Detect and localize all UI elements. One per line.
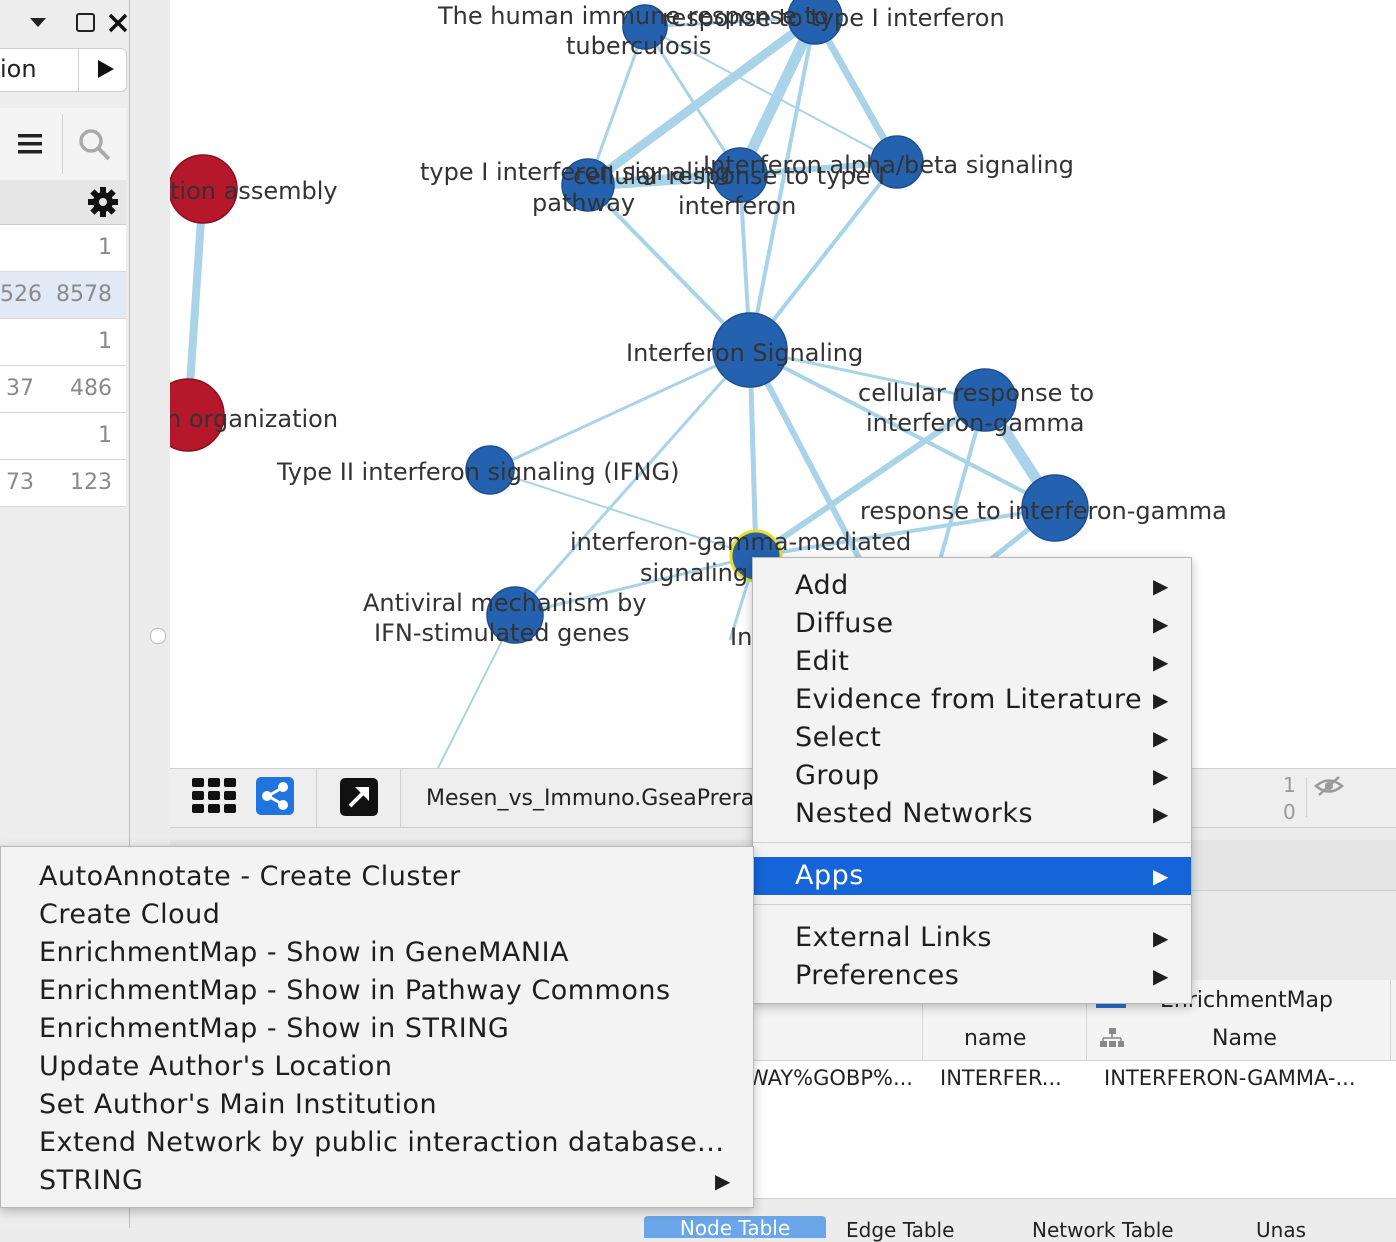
svg-text:In: In [730,623,752,651]
cell-em-name[interactable]: INTERFERON-GAMMA-... [1104,1066,1356,1090]
submenu-arrow-icon: ▶ [1153,964,1169,988]
export-icon[interactable] [340,778,378,816]
menu-item-apps[interactable]: Apps ▶ [753,857,1191,895]
submenu-item-create-cloud[interactable]: Create Cloud [1,896,753,934]
table-row[interactable]: 73 123 [0,460,126,507]
menu-item-add[interactable]: Add ▶ [753,567,1191,605]
dropdown-icon[interactable] [28,14,48,33]
submenu-item-genemania[interactable]: EnrichmentMap - Show in GeneMANIA [1,934,753,972]
maximize-icon[interactable] [75,12,97,38]
table-row[interactable]: 1 [0,319,126,366]
table-row[interactable]: 1 [0,413,126,460]
svg-text:Antiviral mechanism by: Antiviral mechanism by [363,589,647,617]
submenu-arrow-icon: ▶ [1153,726,1169,750]
menu-item-nested-networks[interactable]: Nested Networks ▶ [753,795,1191,833]
search-icon[interactable] [78,128,112,166]
menu-item-group[interactable]: Group ▶ [753,757,1191,795]
menu-item-external-links[interactable]: External Links ▶ [753,919,1191,957]
svg-text:response to type I interferon: response to type I interferon [662,4,1005,32]
menu-icon[interactable] [16,132,44,160]
count-top: 1 [1283,773,1296,797]
table-row[interactable]: 526 8578 [0,272,126,319]
submenu-arrow-icon: ▶ [715,1169,731,1193]
analysis-selector-label: ion [0,55,37,83]
cell-name[interactable]: INTERFER... [940,1066,1062,1090]
context-menu: Add ▶ Diffuse ▶ Edit ▶ Evidence from Lit… [752,557,1192,1004]
apps-submenu: AutoAnnotate - Create Cluster Create Clo… [0,846,754,1208]
menu-item-select[interactable]: Select ▶ [753,719,1191,757]
column-header-em-bottom[interactable]: Name [1212,1026,1277,1051]
column-header-name[interactable]: name [964,1026,1026,1051]
submenu-item-update-author-location[interactable]: Update Author's Location [1,1048,753,1086]
svg-text:pathway: pathway [532,189,635,217]
gear-icon[interactable] [87,186,119,222]
analysis-selector[interactable]: ion [0,48,127,92]
submenu-arrow-icon: ▶ [1153,864,1169,888]
close-icon[interactable] [107,12,129,38]
eye-hidden-icon[interactable] [1313,775,1345,801]
tab-edge-table[interactable]: Edge Table [846,1218,954,1242]
cell-first[interactable]: WAY%GOBP%... [748,1066,913,1090]
svg-text:interferon: interferon [678,192,796,220]
count-bottom: 0 [1283,800,1296,824]
svg-text:IFN-stimulated genes: IFN-stimulated genes [374,619,630,647]
submenu-arrow-icon: ▶ [1153,574,1169,598]
svg-text:cellular response to: cellular response to [858,379,1094,407]
menu-separator [753,904,1191,905]
play-icon[interactable] [96,58,116,84]
hierarchy-icon [1100,1028,1124,1052]
tab-unassigned[interactable]: Unas [1256,1218,1306,1242]
tab-node-table[interactable]: Node Table [644,1216,826,1238]
menu-item-evidence-literature[interactable]: Evidence from Literature ▶ [753,681,1191,719]
svg-text:interferon-gamma-mediated: interferon-gamma-mediated [570,528,911,556]
submenu-arrow-icon: ▶ [1153,650,1169,674]
table-toolbar [0,108,126,181]
submenu-arrow-icon: ▶ [1153,688,1169,712]
grid-icon[interactable] [192,778,236,818]
table-row[interactable]: 1 [0,225,126,272]
submenu-item-string-show[interactable]: EnrichmentMap - Show in STRING [1,1010,753,1048]
tab-network-table[interactable]: Network Table [1032,1218,1174,1242]
svg-text:response to interferon-gamma: response to interferon-gamma [860,497,1227,525]
menu-item-edit[interactable]: Edit ▶ [753,643,1191,681]
share-icon[interactable] [256,777,294,815]
submenu-item-pathway-commons[interactable]: EnrichmentMap - Show in Pathway Commons [1,972,753,1010]
submenu-arrow-icon: ▶ [1153,926,1169,950]
svg-text:Interferon Signaling: Interferon Signaling [626,339,863,367]
svg-text:n organization: n organization [170,405,338,433]
submenu-item-autoannotate[interactable]: AutoAnnotate - Create Cluster [1,858,753,896]
svg-text:interferon-gamma: interferon-gamma [866,409,1084,437]
menu-separator [753,842,1191,843]
svg-text:tuberculosis: tuberculosis [566,32,711,60]
submenu-arrow-icon: ▶ [1153,802,1169,826]
submenu-item-set-author-institution[interactable]: Set Author's Main Institution [1,1086,753,1124]
splitter-handle[interactable] [150,628,166,644]
svg-text:Interferon alpha/beta signalin: Interferon alpha/beta signaling [703,151,1074,179]
table-row[interactable]: 37 486 [0,366,126,413]
network-title: Mesen_vs_Immuno.GseaPreran [426,786,769,811]
submenu-item-string[interactable]: STRING ▶ [1,1162,753,1200]
svg-text:tion assembly: tion assembly [170,177,338,205]
svg-text:signaling: signaling [640,559,748,587]
menu-item-diffuse[interactable]: Diffuse ▶ [753,605,1191,643]
submenu-arrow-icon: ▶ [1153,764,1169,788]
svg-text:Type II interferon signaling (: Type II interferon signaling (IFNG) [276,458,679,486]
submenu-arrow-icon: ▶ [1153,612,1169,636]
menu-item-preferences[interactable]: Preferences ▶ [753,957,1191,995]
submenu-item-extend-network[interactable]: Extend Network by public interaction dat… [1,1124,753,1162]
table-header-row [0,180,126,225]
